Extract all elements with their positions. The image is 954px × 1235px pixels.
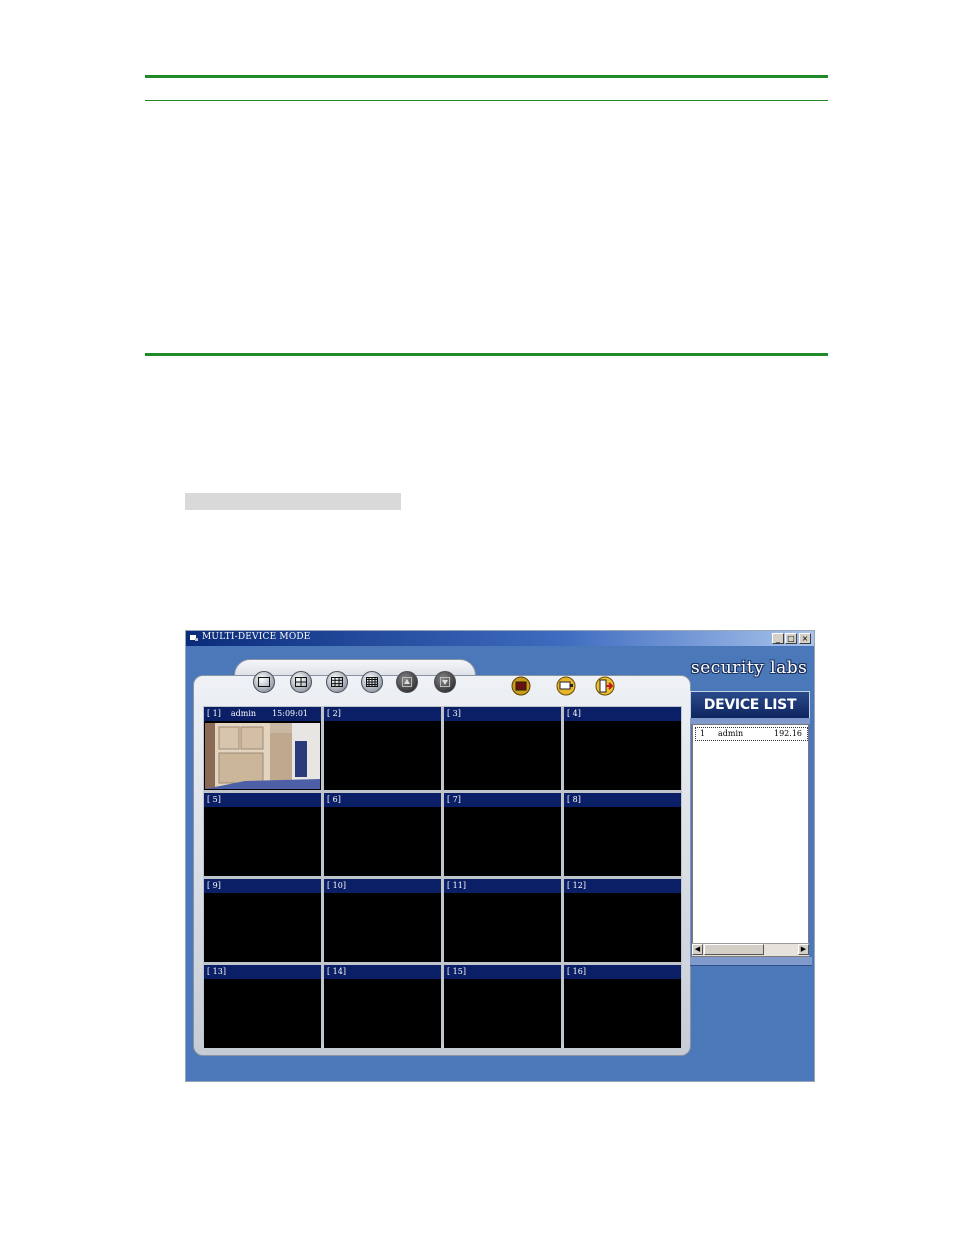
channel-cell[interactable]: [ 6] [324,793,441,876]
page-up-button[interactable] [396,671,418,693]
channel-cell[interactable]: [ 5] [204,793,321,876]
device-ip: 192.16 [774,729,802,738]
channel-cell[interactable]: [ 10] [324,879,441,962]
device-index: 1 [700,729,706,738]
header-underline [145,100,828,101]
channel-cell[interactable]: [ 12] [564,879,681,962]
quad-view-button[interactable] [290,671,312,693]
scroll-thumb[interactable] [704,944,764,955]
channel-label: [ 6] [327,795,341,804]
device-list-header: DEVICE LIST [690,691,810,719]
channel-label: [ 15] [447,967,466,976]
channel-cell[interactable]: [ 14] [324,965,441,1048]
app-icon [190,635,198,641]
channel-header: [ 1] admin 15:09:01 [204,707,321,721]
device-user: admin [718,729,744,738]
title-bar[interactable]: MULTI-DEVICE MODE _ □ × [186,631,814,646]
device-list-scrollbar[interactable]: ◀ ▶ [692,943,809,956]
channel-label: [ 4] [567,709,581,718]
channel-header: [ 3] [444,707,561,721]
channel-label: [ 10] [327,881,346,890]
channel-header: [ 14] [324,965,441,979]
scroll-right-button[interactable]: ▶ [798,944,809,955]
channel-label: [ 2] [327,709,341,718]
single-view-icon [258,677,270,687]
sixteen-view-button[interactable] [361,671,383,693]
channel-label: [ 12] [567,881,586,890]
highlight-bar [185,493,401,510]
app-window: MULTI-DEVICE MODE _ □ × [ 1] admin 15:09:0… [185,630,815,1082]
channel-time: 15:09:01 [272,709,308,718]
channel-cell[interactable]: [ 13] [204,965,321,1048]
channel-label: [ 9] [207,881,221,890]
channel-header: [ 6] [324,793,441,807]
nine-view-icon [331,677,343,687]
channel-header: [ 7] [444,793,561,807]
channel-label: [ 14] [327,967,346,976]
channel-label: [ 3] [447,709,461,718]
channel-header: [ 10] [324,879,441,893]
capture-icon[interactable] [556,676,576,696]
channel-cell[interactable]: [ 1] admin 15:09:01 [204,707,321,790]
quad-view-icon [295,677,307,687]
page-down-button[interactable] [434,671,456,693]
device-row[interactable]: 1 admin 192.16 [695,727,808,741]
page-down-icon [440,677,450,687]
channel-cell[interactable]: [ 11] [444,879,561,962]
single-view-button[interactable] [253,671,275,693]
channel-header: [ 15] [444,965,561,979]
channel-cell[interactable]: [ 4] [564,707,681,790]
channel-label: [ 11] [447,881,466,890]
camera-feed[interactable] [205,723,320,789]
channel-header: [ 4] [564,707,681,721]
brand-logo: security labs [691,658,808,678]
top-rule [145,75,828,78]
channel-header: [ 12] [564,879,681,893]
minimize-button[interactable]: _ [772,633,784,644]
channel-header: [ 13] [204,965,321,979]
channel-cell[interactable]: [ 8] [564,793,681,876]
channel-cell[interactable]: [ 3] [444,707,561,790]
scroll-left-button[interactable]: ◀ [692,944,703,955]
channel-label: [ 13] [207,967,226,976]
maximize-button[interactable]: □ [785,633,797,644]
channel-cell[interactable]: [ 2] [324,707,441,790]
channel-label: [ 8] [567,795,581,804]
window-title: MULTI-DEVICE MODE [202,632,311,642]
channel-grid: [ 1] admin 15:09:01 [ 2] [ 3] [ 4] [ 5] [ 6] [ 7… [203,706,682,1048]
close-button[interactable]: × [799,633,811,644]
channel-user: admin [230,709,257,718]
section-rule [145,353,828,356]
channel-header: [ 16] [564,965,681,979]
record-icon[interactable] [511,676,531,696]
channel-label: [ 7] [447,795,461,804]
channel-label: [ 1] [207,709,221,718]
device-list-footer [690,957,812,966]
nine-view-button[interactable] [326,671,348,693]
channel-header: [ 8] [564,793,681,807]
device-list[interactable]: 1 admin 192.16 [692,724,809,957]
channel-cell[interactable]: [ 16] [564,965,681,1048]
sixteen-view-icon [366,677,378,687]
channel-header: [ 2] [324,707,441,721]
channel-cell[interactable]: [ 7] [444,793,561,876]
page-up-icon [402,677,412,687]
channel-label: [ 16] [567,967,586,976]
channel-label: [ 5] [207,795,221,804]
channel-header: [ 5] [204,793,321,807]
channel-header: [ 11] [444,879,561,893]
exit-icon[interactable] [595,676,615,696]
channel-cell[interactable]: [ 15] [444,965,561,1048]
channel-cell[interactable]: [ 9] [204,879,321,962]
channel-header: [ 9] [204,879,321,893]
